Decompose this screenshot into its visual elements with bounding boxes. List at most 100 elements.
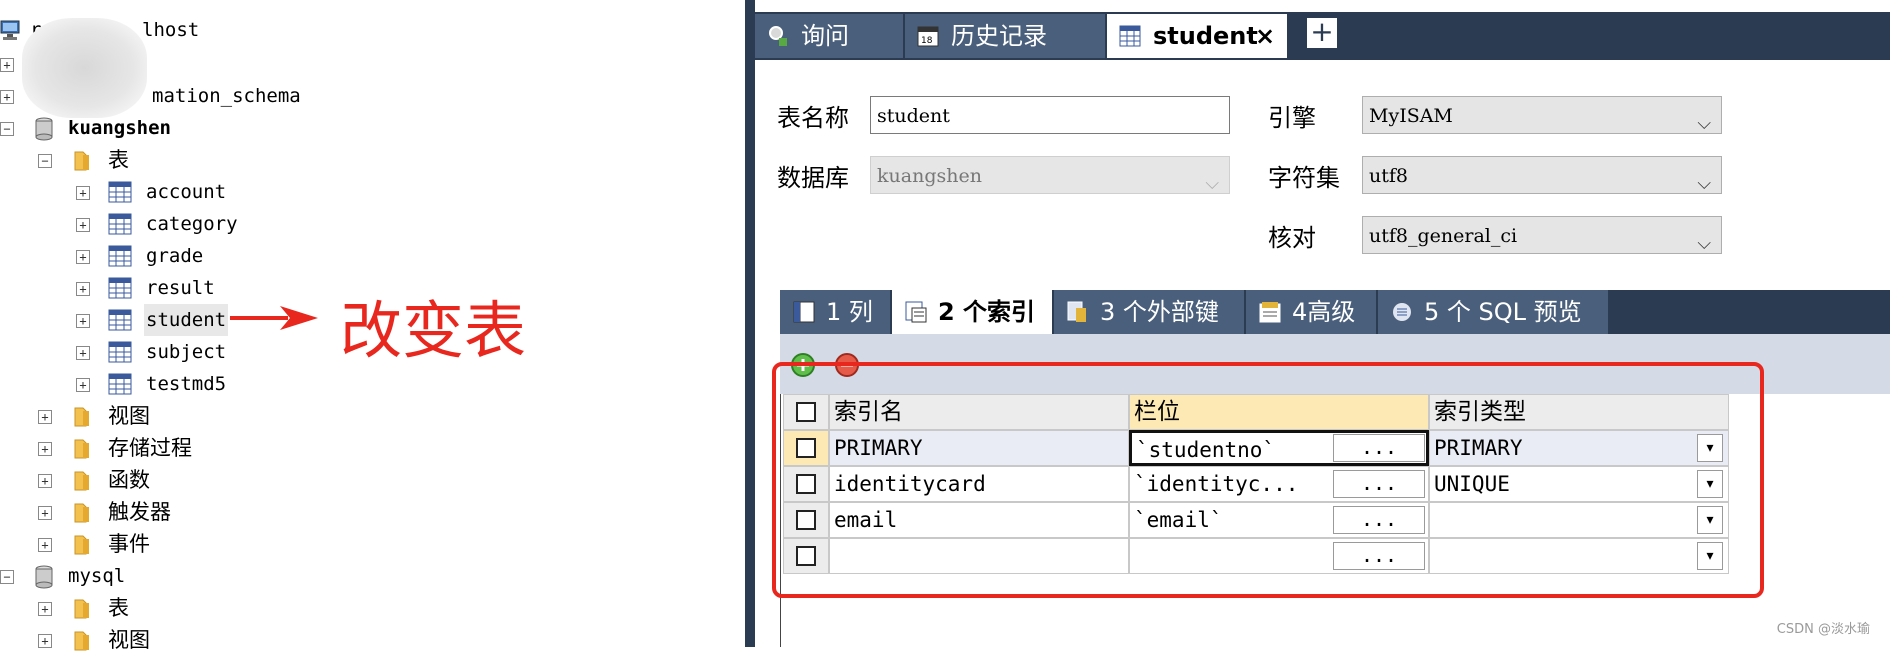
folder-icon bbox=[74, 471, 89, 491]
expand-icon[interactable]: + bbox=[38, 474, 52, 488]
table-label-result: result bbox=[146, 277, 215, 299]
db-label-mysql: mysql bbox=[68, 565, 126, 587]
folder-label-events: 事件 bbox=[108, 532, 150, 556]
charset-label: 字符集 bbox=[1268, 164, 1340, 192]
tab-label: 历史记录 bbox=[951, 22, 1047, 50]
folder-label-views: 视图 bbox=[108, 404, 150, 428]
tab-label: 询问 bbox=[801, 22, 849, 50]
columns-icon bbox=[793, 301, 815, 323]
tab-label: 2 个索引 bbox=[938, 298, 1036, 326]
expand-icon[interactable]: + bbox=[76, 250, 90, 264]
new-tab-button[interactable]: + bbox=[1305, 16, 1339, 50]
expand-icon[interactable]: + bbox=[76, 314, 90, 328]
table-icon bbox=[108, 373, 132, 395]
expand-icon[interactable]: + bbox=[38, 506, 52, 520]
folder-icon bbox=[74, 407, 89, 427]
blurred-avatar bbox=[22, 18, 147, 118]
tab-foreign-keys[interactable]: 3 个外部键 bbox=[1054, 290, 1246, 334]
designer-subtabs: 1 列 2 个索引 3 个外部键 4高级 5 个 SQL 预览 bbox=[780, 290, 1890, 334]
chevron-down-icon: ⌵ bbox=[1697, 233, 1711, 254]
database-icon bbox=[35, 117, 53, 141]
table-icon bbox=[108, 213, 132, 235]
table-icon bbox=[108, 309, 132, 331]
server-icon bbox=[0, 20, 20, 40]
table-label-student: student bbox=[144, 304, 229, 336]
table-icon bbox=[108, 341, 132, 363]
folder-icon bbox=[74, 535, 89, 555]
engine-select[interactable]: MyISAM ⌵ bbox=[1362, 96, 1722, 134]
table-name-input[interactable]: student bbox=[870, 96, 1230, 134]
table-label-grade: grade bbox=[146, 245, 204, 267]
tab-history[interactable]: 18 历史记录 bbox=[905, 14, 1106, 58]
chevron-down-icon: ⌵ bbox=[1697, 113, 1711, 134]
advanced-icon bbox=[1259, 302, 1281, 323]
collapse-icon[interactable]: − bbox=[0, 122, 14, 136]
expand-icon[interactable]: + bbox=[76, 218, 90, 232]
expand-icon[interactable]: + bbox=[76, 378, 90, 392]
table-icon bbox=[108, 277, 132, 299]
index-icon bbox=[905, 301, 927, 323]
expand-icon[interactable]: + bbox=[38, 538, 52, 552]
tab-advanced[interactable]: 4高级 bbox=[1246, 290, 1378, 334]
server-label-tail: lhost bbox=[142, 19, 200, 41]
tab-columns[interactable]: 1 列 bbox=[780, 290, 892, 334]
chevron-down-icon: ⌵ bbox=[1697, 173, 1711, 194]
panel-divider[interactable] bbox=[745, 0, 755, 647]
database-select: kuangshen ⌵ bbox=[870, 156, 1230, 194]
expand-icon[interactable]: + bbox=[38, 442, 52, 456]
charset-select[interactable]: utf8 ⌵ bbox=[1362, 156, 1722, 194]
tab-indexes[interactable]: 2 个索引 bbox=[892, 290, 1054, 334]
folder-icon bbox=[74, 503, 89, 523]
collation-label: 核对 bbox=[1268, 224, 1316, 252]
folder-label-triggers: 触发器 bbox=[108, 500, 171, 524]
expand-icon[interactable]: + bbox=[38, 634, 52, 648]
charset-value: utf8 bbox=[1369, 165, 1408, 187]
watermark: CSDN @淡水瑜 bbox=[1776, 622, 1870, 637]
expand-icon[interactable]: + bbox=[76, 186, 90, 200]
database-label: 数据库 bbox=[777, 164, 849, 192]
table-label-testmd5: testmd5 bbox=[146, 373, 227, 395]
calendar-icon: 18 bbox=[917, 26, 939, 47]
folder-icon bbox=[74, 631, 89, 651]
chevron-down-icon: ⌵ bbox=[1205, 173, 1219, 194]
expand-icon[interactable]: + bbox=[0, 90, 14, 104]
annotation-text: 改变表 bbox=[340, 294, 527, 367]
table-name-label: 表名称 bbox=[777, 104, 849, 132]
tab-sql-preview[interactable]: 5 个 SQL 预览 bbox=[1378, 290, 1610, 334]
svg-text:18: 18 bbox=[921, 36, 933, 46]
expand-icon[interactable]: + bbox=[76, 346, 90, 360]
table-icon bbox=[108, 181, 132, 203]
collation-select[interactable]: utf8_general_ci ⌵ bbox=[1362, 216, 1722, 254]
annotation-arrow-icon bbox=[230, 306, 318, 330]
close-icon[interactable]: × bbox=[1255, 14, 1275, 58]
db-label-kuangshen: kuangshen bbox=[68, 117, 171, 139]
folder-label-tables: 表 bbox=[108, 148, 129, 172]
folder-icon bbox=[74, 151, 89, 171]
expand-icon[interactable]: + bbox=[38, 602, 52, 616]
query-icon bbox=[769, 26, 787, 46]
db-label-information-schema: mation_schema bbox=[152, 85, 301, 107]
database-icon bbox=[35, 565, 53, 589]
tab-query[interactable]: 询问 bbox=[755, 14, 904, 58]
engine-value: MyISAM bbox=[1369, 105, 1453, 127]
tab-student[interactable]: student × bbox=[1107, 14, 1288, 58]
folder-label-functions: 函数 bbox=[108, 468, 150, 492]
expand-icon[interactable]: + bbox=[76, 282, 90, 296]
tab-label: 4高级 bbox=[1292, 298, 1356, 326]
collation-value: utf8_general_ci bbox=[1369, 225, 1518, 247]
table-label-subject: subject bbox=[146, 341, 227, 363]
navigation-tree: r lhost + + mation_schema − kuangshen − … bbox=[0, 0, 745, 652]
collapse-icon[interactable]: − bbox=[0, 570, 14, 584]
folder-icon bbox=[74, 599, 89, 619]
folder-label-procedures: 存储过程 bbox=[108, 436, 192, 460]
table-label-category: category bbox=[146, 213, 238, 235]
folder-label-mysql-views: 视图 bbox=[108, 628, 150, 652]
folder-label-mysql-tables: 表 bbox=[108, 596, 129, 620]
tab-label: student bbox=[1153, 22, 1258, 50]
collapse-icon[interactable]: − bbox=[38, 154, 52, 168]
expand-icon[interactable]: + bbox=[0, 58, 14, 72]
expand-icon[interactable]: + bbox=[38, 410, 52, 424]
table-label-account: account bbox=[146, 181, 227, 203]
tab-label: 5 个 SQL 预览 bbox=[1424, 298, 1582, 326]
database-value: kuangshen bbox=[877, 165, 982, 187]
